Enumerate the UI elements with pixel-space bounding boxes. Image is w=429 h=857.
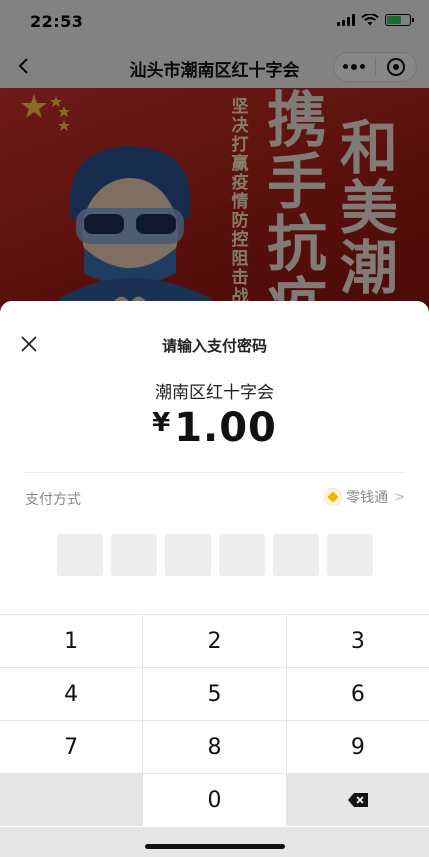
payment-password-sheet: 请输入支付密码 潮南区红十字会 ¥1.00 支付方式 零钱通 > 1 2 3 4… — [0, 301, 429, 857]
currency-symbol: ¥ — [152, 408, 171, 438]
key-2[interactable]: 2 — [143, 615, 287, 667]
chevron-right-icon: > — [394, 489, 405, 505]
key-8[interactable]: 8 — [143, 721, 287, 773]
password-digit-box — [165, 534, 211, 576]
password-digit-box — [111, 534, 157, 576]
password-input[interactable] — [57, 534, 373, 576]
lingqiantong-diamond-icon — [324, 488, 343, 506]
password-digit-box — [219, 534, 265, 576]
key-7[interactable]: 7 — [0, 721, 144, 773]
key-4[interactable]: 4 — [0, 668, 144, 720]
payment-method-value: 零钱通 — [346, 490, 389, 506]
sheet-title: 请输入支付密码 — [161, 337, 267, 355]
payee-name: 潮南区红十字会 — [155, 383, 274, 403]
password-digit-box — [57, 534, 103, 576]
key-6[interactable]: 6 — [286, 668, 429, 720]
password-digit-box — [273, 534, 319, 576]
payment-amount: ¥1.00 — [0, 405, 429, 451]
home-indicator[interactable] — [145, 844, 285, 849]
keypad-row: 7 8 9 — [0, 720, 429, 773]
key-blank — [0, 774, 143, 826]
keypad-bottom-area — [0, 827, 429, 857]
key-5[interactable]: 5 — [143, 668, 287, 720]
payment-method-selector[interactable]: 零钱通 > — [324, 487, 405, 507]
numeric-keypad: 1 2 3 4 5 6 7 8 9 0 — [0, 614, 429, 857]
password-digit-box — [327, 534, 373, 576]
key-delete[interactable] — [286, 774, 429, 826]
keypad-row: 0 — [0, 773, 429, 826]
key-1[interactable]: 1 — [0, 615, 144, 667]
key-3[interactable]: 3 — [286, 615, 429, 667]
payment-method-label: 支付方式 — [25, 492, 81, 508]
key-9[interactable]: 9 — [286, 721, 429, 773]
key-0[interactable]: 0 — [143, 774, 286, 826]
backspace-icon — [347, 793, 368, 807]
keypad-row: 1 2 3 — [0, 614, 429, 667]
keypad-row: 4 5 6 — [0, 667, 429, 720]
divider — [24, 472, 405, 473]
amount-value: 1.00 — [174, 405, 277, 451]
